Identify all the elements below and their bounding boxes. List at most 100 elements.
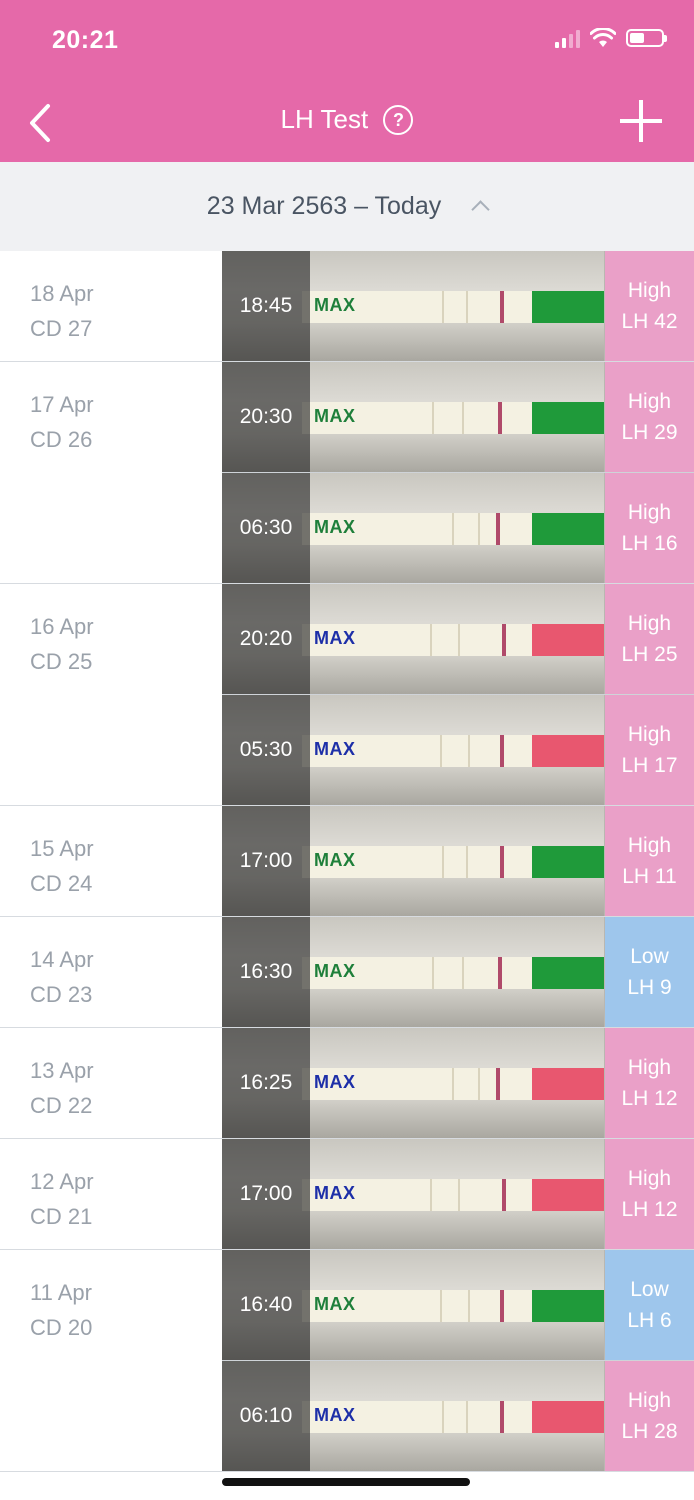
status-time: 20:21 (52, 26, 119, 54)
test-entries: MAX 16:40 Low LH 6 MAX 06:10 High LH 28 (222, 1250, 694, 1471)
test-entry-row[interactable]: MAX 06:30 High LH 16 (222, 473, 694, 583)
cycle-day-label: CD 25 (30, 649, 93, 674)
result-level: High (627, 390, 672, 413)
battery-icon (626, 29, 667, 47)
result-lh-value: LH 12 (621, 1087, 678, 1110)
result-level: High (627, 1167, 672, 1190)
result-badge: High LH 42 (605, 251, 694, 361)
date-label: 14 Apr (30, 947, 94, 972)
cycle-day-label: CD 22 (30, 1093, 93, 1118)
strip-max-label: MAX (314, 628, 356, 648)
chevron-up-icon (471, 200, 490, 219)
date-group: 13 Apr CD 22 MAX 16:25 High LH 12 (0, 1028, 694, 1139)
test-entries: MAX 18:45 High LH 42 (222, 251, 694, 361)
result-badge: High LH 28 (605, 1361, 694, 1471)
date-label: 15 Apr (30, 836, 94, 861)
strip-max-label: MAX (314, 739, 356, 759)
date-column: 17 Apr CD 26 (0, 362, 222, 583)
status-icons (555, 28, 667, 48)
test-entry-row[interactable]: MAX 05:30 High LH 17 (222, 695, 694, 805)
result-lh-value: LH 6 (627, 1309, 672, 1332)
title-area: LH Test ? (0, 104, 694, 135)
help-icon[interactable]: ? (383, 105, 414, 135)
date-group: 11 Apr CD 20 MAX 16:40 Low LH 6 MAX 06:10 High LH… (0, 1250, 694, 1472)
result-lh-value: LH 12 (621, 1198, 678, 1221)
date-group: 16 Apr CD 25 MAX 20:20 High LH 25 MAX 05:30 High… (0, 584, 694, 806)
date-range-selector[interactable]: 23 Mar 2563 – Today (0, 162, 694, 251)
test-time: 16:40 (239, 1293, 293, 1316)
result-badge: High LH 29 (605, 362, 694, 472)
result-badge: Low LH 9 (605, 917, 694, 1027)
test-time: 17:00 (239, 849, 293, 872)
result-level: High (627, 612, 672, 635)
test-time: 16:25 (239, 1071, 293, 1094)
date-group: 12 Apr CD 21 MAX 17:00 High LH 12 (0, 1139, 694, 1250)
test-time: 17:00 (239, 1182, 293, 1205)
result-lh-value: LH 25 (621, 643, 678, 666)
result-badge: High LH 16 (605, 473, 694, 583)
strip-max-label: MAX (314, 1183, 356, 1203)
date-label: 12 Apr (30, 1169, 94, 1194)
strip-max-label: MAX (314, 295, 356, 315)
strip-max-label: MAX (314, 517, 356, 537)
date-column: 12 Apr CD 21 (0, 1139, 222, 1249)
strip-max-label: MAX (314, 961, 356, 981)
date-column: 13 Apr CD 22 (0, 1028, 222, 1138)
app-header: 20:21 LH Test ? (0, 0, 694, 162)
result-level: High (627, 279, 672, 302)
cycle-day-label: CD 23 (30, 982, 93, 1007)
result-lh-value: LH 9 (627, 976, 672, 999)
date-column: 18 Apr CD 27 (0, 251, 222, 361)
strip-max-label: MAX (314, 1405, 356, 1425)
result-level: Low (630, 945, 669, 968)
test-time: 20:20 (239, 627, 293, 650)
result-level: High (627, 501, 672, 524)
test-entry-row[interactable]: MAX 16:25 High LH 12 (222, 1028, 694, 1138)
result-lh-value: LH 16 (621, 532, 678, 555)
cycle-day-label: CD 24 (30, 871, 93, 896)
date-column: 11 Apr CD 20 (0, 1250, 222, 1471)
result-lh-value: LH 17 (621, 754, 678, 777)
test-entry-row[interactable]: MAX 17:00 High LH 11 (222, 806, 694, 916)
test-time: 06:10 (239, 1404, 293, 1427)
strip-max-label: MAX (314, 850, 356, 870)
result-lh-value: LH 42 (621, 310, 678, 333)
result-level: High (627, 834, 672, 857)
cycle-day-label: CD 27 (30, 316, 93, 341)
test-entry-row[interactable]: MAX 20:30 High LH 29 (222, 362, 694, 473)
result-level: High (627, 1389, 672, 1412)
cycle-day-label: CD 21 (30, 1204, 93, 1229)
test-entries: MAX 16:25 High LH 12 (222, 1028, 694, 1138)
date-label: 16 Apr (30, 614, 94, 639)
test-entries: MAX 17:00 High LH 12 (222, 1139, 694, 1249)
date-group: 15 Apr CD 24 MAX 17:00 High LH 11 (0, 806, 694, 917)
strip-max-label: MAX (314, 1072, 356, 1092)
date-group: 14 Apr CD 23 MAX 16:30 Low LH 9 (0, 917, 694, 1028)
wifi-icon (590, 28, 616, 47)
date-label: 18 Apr (30, 281, 94, 306)
add-test-button[interactable] (620, 100, 662, 142)
result-lh-value: LH 28 (621, 1420, 678, 1443)
strip-max-label: MAX (314, 1294, 356, 1314)
cycle-day-label: CD 20 (30, 1315, 93, 1340)
result-badge: High LH 12 (605, 1139, 694, 1249)
test-entries: MAX 20:30 High LH 29 MAX 06:30 High LH 16 (222, 362, 694, 583)
test-entry-row[interactable]: MAX 16:40 Low LH 6 (222, 1250, 694, 1361)
test-entries: MAX 16:30 Low LH 9 (222, 917, 694, 1027)
test-entry-row[interactable]: MAX 18:45 High LH 42 (222, 251, 694, 361)
result-badge: Low LH 6 (605, 1250, 694, 1360)
test-entry-row[interactable]: MAX 17:00 High LH 12 (222, 1139, 694, 1249)
result-badge: High LH 17 (605, 695, 694, 805)
test-entry-row[interactable]: MAX 16:30 Low LH 9 (222, 917, 694, 1027)
test-time: 20:30 (239, 405, 293, 428)
test-time: 16:30 (239, 960, 293, 983)
test-entry-row[interactable]: MAX 06:10 High LH 28 (222, 1361, 694, 1471)
date-group: 17 Apr CD 26 MAX 20:30 High LH 29 MAX 06:30 High… (0, 362, 694, 584)
test-time: 18:45 (239, 294, 293, 317)
date-range-label: 23 Mar 2563 – Today (206, 192, 442, 220)
test-entry-row[interactable]: MAX 20:20 High LH 25 (222, 584, 694, 695)
page-title: LH Test (280, 104, 369, 134)
result-level: High (627, 1056, 672, 1079)
test-entries: MAX 20:20 High LH 25 MAX 05:30 High LH 17 (222, 584, 694, 805)
date-group: 18 Apr CD 27 MAX 18:45 High LH 42 (0, 251, 694, 362)
